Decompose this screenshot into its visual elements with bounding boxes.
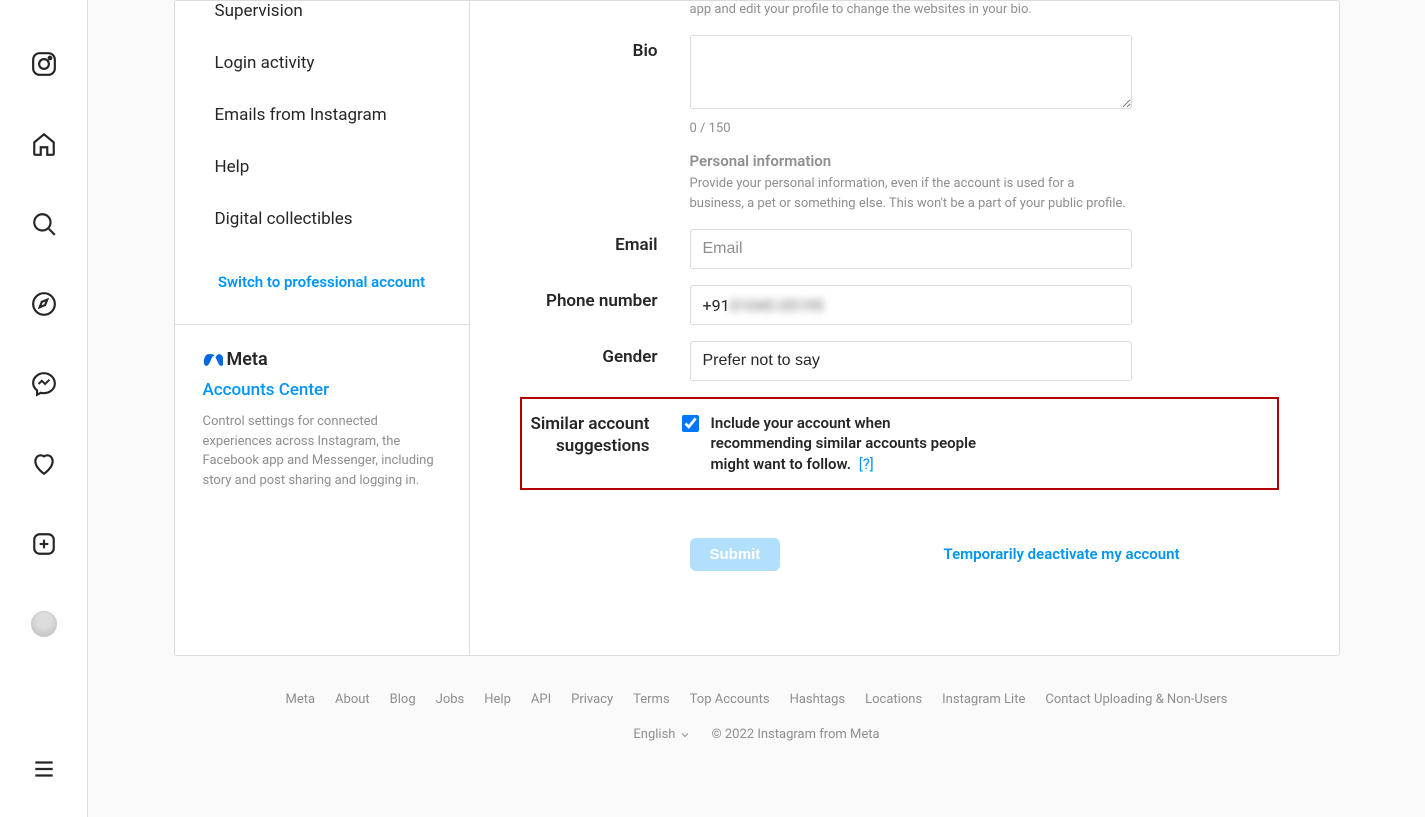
accounts-center-description: Control settings for connected experienc… <box>203 412 441 490</box>
sidebar-item-help[interactable]: Help <box>175 141 469 193</box>
copyright-text: © 2022 Instagram from Meta <box>711 727 879 742</box>
switch-professional-link[interactable]: Switch to professional account <box>175 245 469 324</box>
deactivate-account-link[interactable]: Temporarily deactivate my account <box>944 545 1180 563</box>
footer-link[interactable]: About <box>335 692 370 707</box>
meta-icon <box>203 350 223 370</box>
gender-input[interactable] <box>690 341 1132 381</box>
footer-link[interactable]: Instagram Lite <box>942 692 1025 707</box>
phone-label: Phone number <box>530 285 690 311</box>
accounts-center-link[interactable]: Accounts Center <box>203 380 441 400</box>
sidebar-item-emails[interactable]: Emails from Instagram <box>175 89 469 141</box>
footer-link[interactable]: Locations <box>865 692 922 707</box>
footer-links: Meta About Blog Jobs Help API Privacy Te… <box>174 692 1340 707</box>
submit-button[interactable]: Submit <box>690 538 781 571</box>
sidebar-item-supervision[interactable]: Supervision <box>175 1 469 37</box>
bio-label: Bio <box>530 35 690 61</box>
similar-suggestions-help-link[interactable]: [?] <box>859 455 874 473</box>
settings-sidebar: Supervision Login activity Emails from I… <box>175 1 470 655</box>
footer-link[interactable]: Privacy <box>571 692 613 707</box>
similar-suggestions-checkbox-label: Include your account when recommending s… <box>711 413 982 474</box>
accounts-center-panel: Meta Accounts Center Control settings fo… <box>175 324 469 518</box>
meta-label: Meta <box>227 349 268 370</box>
home-icon[interactable] <box>20 120 68 168</box>
settings-card: Supervision Login activity Emails from I… <box>174 0 1340 656</box>
footer-link[interactable]: Blog <box>390 692 416 707</box>
footer-link[interactable]: Meta <box>285 692 315 707</box>
phone-number-blurred: 01045 05195 <box>730 296 824 315</box>
similar-suggestions-label-line1: Similar account <box>530 414 649 434</box>
chevron-down-icon <box>679 729 691 741</box>
website-hint-partial: app and edit your profile to change the … <box>690 1 1132 19</box>
footer-link[interactable]: Hashtags <box>790 692 846 707</box>
explore-icon[interactable] <box>20 280 68 328</box>
footer-link[interactable]: API <box>531 692 551 707</box>
personal-info-description: Provide your personal information, even … <box>690 174 1132 213</box>
language-label: English <box>633 727 675 742</box>
footer-link[interactable]: Terms <box>633 692 670 707</box>
search-icon[interactable] <box>20 200 68 248</box>
sidebar-item-login-activity[interactable]: Login activity <box>175 37 469 89</box>
page-footer: Meta About Blog Jobs Help API Privacy Te… <box>174 692 1340 742</box>
left-nav-rail <box>0 0 88 817</box>
phone-input[interactable]: +91 01045 05195 <box>690 285 1132 325</box>
language-selector[interactable]: English <box>633 727 691 742</box>
phone-prefix: +91 <box>703 296 730 315</box>
messenger-icon[interactable] <box>20 360 68 408</box>
footer-link[interactable]: Top Accounts <box>690 692 770 707</box>
footer-link[interactable]: Jobs <box>436 692 465 707</box>
heart-icon[interactable] <box>20 440 68 488</box>
meta-brand: Meta <box>203 349 441 370</box>
profile-avatar[interactable] <box>20 600 68 648</box>
footer-link[interactable]: Help <box>484 692 511 707</box>
sidebar-item-digital-collectibles[interactable]: Digital collectibles <box>175 193 469 245</box>
similar-suggestions-label-line2: suggestions <box>556 436 649 456</box>
highlight-annotation: Similar account suggestions Include your… <box>520 397 1279 490</box>
instagram-logo-icon[interactable] <box>20 40 68 88</box>
create-icon[interactable] <box>20 520 68 568</box>
email-input[interactable] <box>690 229 1132 269</box>
settings-form: app and edit your profile to change the … <box>470 1 1339 655</box>
personal-info-heading: Personal information <box>690 152 1132 170</box>
bio-textarea[interactable] <box>690 35 1132 109</box>
footer-link[interactable]: Contact Uploading & Non-Users <box>1045 692 1227 707</box>
similar-suggestions-checkbox[interactable] <box>682 415 699 432</box>
bio-char-count: 0 / 150 <box>690 121 1132 136</box>
hamburger-menu-icon[interactable] <box>20 745 68 793</box>
gender-label: Gender <box>530 341 690 367</box>
email-label: Email <box>530 229 690 255</box>
